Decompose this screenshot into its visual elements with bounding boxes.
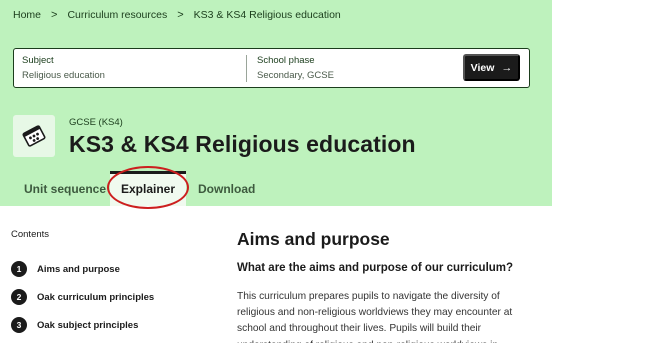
page-title: KS3 & KS4 Religious education — [69, 131, 416, 157]
view-button-label: View — [470, 61, 495, 74]
contents-list: 1 Aims and purpose 2 Oak curriculum prin… — [11, 255, 154, 339]
contents-number-badge: 2 — [11, 289, 27, 305]
contents-heading: Contents — [11, 229, 50, 240]
highlight-circle-annotation — [107, 166, 189, 209]
school-phase-label: School phase — [257, 55, 315, 66]
section-body-text: This curriculum prepares pupils to navig… — [237, 291, 513, 343]
page-header: Home > Curriculum resources > KS3 & KS4 … — [0, 0, 552, 206]
contents-item-label: Oak curriculum principles — [37, 291, 155, 303]
tab-download[interactable]: Download — [198, 171, 255, 206]
breadcrumb: Home > Curriculum resources > KS3 & KS4 … — [13, 7, 341, 23]
subject-value: Religious education — [22, 70, 105, 81]
breadcrumb-curriculum-link[interactable]: Curriculum resources — [67, 9, 167, 21]
tab-unit-sequence[interactable]: Unit sequence — [24, 171, 106, 206]
contents-item-subject-principles[interactable]: 3 Oak subject principles — [11, 311, 154, 339]
contents-item-curriculum-principles[interactable]: 2 Oak curriculum principles — [11, 283, 154, 311]
school-phase-value: Secondary, GCSE — [257, 70, 334, 81]
arrow-right-icon: → — [501, 61, 513, 74]
contents-item-label: Aims and purpose — [37, 263, 120, 275]
subject-phase-selector: Subject Religious education School phase… — [13, 48, 530, 88]
contents-item-aims[interactable]: 1 Aims and purpose — [11, 255, 154, 283]
breadcrumb-home-link[interactable]: Home — [13, 9, 41, 21]
religious-education-icon-graphic — [22, 125, 46, 147]
tab-bar: Unit sequence Explainer Download — [0, 171, 552, 206]
view-button[interactable]: View → — [463, 54, 520, 81]
subject-label: Subject — [22, 55, 54, 66]
key-stage-label: GCSE (KS4) — [69, 117, 123, 128]
breadcrumb-current-page[interactable]: KS3 & KS4 Religious education — [194, 9, 341, 21]
school-phase-select[interactable]: School phase Secondary, GCSE — [257, 55, 334, 81]
filter-divider — [246, 55, 247, 82]
contents-number-badge: 1 — [11, 261, 27, 277]
section-subheading: What are the aims and purpose of our cur… — [237, 262, 514, 274]
contents-number-badge: 3 — [11, 317, 27, 333]
breadcrumb-separator: > — [177, 9, 184, 21]
breadcrumb-separator: > — [51, 9, 58, 21]
section-heading: Aims and purpose — [237, 229, 390, 249]
religious-education-icon — [13, 115, 55, 157]
contents-item-label: Oak subject principles — [37, 319, 139, 331]
subject-select[interactable]: Subject Religious education — [22, 55, 105, 81]
